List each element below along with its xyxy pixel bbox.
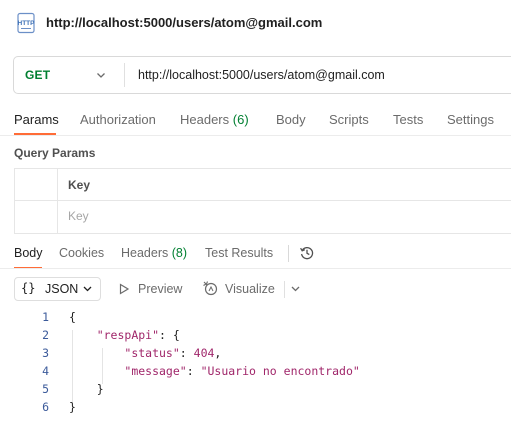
- visualize-icon[interactable]: [202, 280, 219, 297]
- key-column-header: Key: [68, 178, 91, 192]
- history-icon[interactable]: [299, 245, 315, 261]
- visualize-button[interactable]: Visualize: [225, 282, 275, 296]
- code-line: 6}: [0, 400, 511, 418]
- divider: [0, 268, 511, 269]
- chevron-down-icon: [83, 286, 92, 292]
- code-text: }: [69, 400, 76, 414]
- divider: [0, 135, 511, 136]
- chevron-down-icon[interactable]: [290, 283, 301, 294]
- divider: [288, 245, 289, 262]
- line-number: 5: [42, 382, 49, 396]
- line-number: 2: [42, 328, 49, 342]
- divider: [124, 63, 125, 87]
- line-number: 6: [42, 400, 49, 414]
- params-checkbox-column: [14, 168, 58, 234]
- code-text: {: [69, 310, 76, 324]
- tab-params[interactable]: Params: [14, 112, 59, 127]
- response-tab-headers[interactable]: Headers (8): [121, 246, 187, 260]
- line-number: 1: [42, 310, 49, 324]
- tab-scripts[interactable]: Scripts: [329, 112, 369, 127]
- divider: [14, 200, 511, 201]
- line-number: 4: [42, 364, 49, 378]
- braces-icon: {}: [21, 281, 36, 295]
- code-text: "status": 404,: [124, 346, 222, 360]
- tab-body[interactable]: Body: [276, 112, 306, 127]
- query-params-title: Query Params: [14, 146, 96, 160]
- play-icon[interactable]: [118, 283, 130, 295]
- url-input[interactable]: http://localhost:5000/users/atom@gmail.c…: [138, 68, 385, 82]
- http-file-icon: HTTP: [17, 12, 36, 34]
- svg-text:HTTP: HTTP: [18, 20, 36, 27]
- format-label: JSON: [45, 282, 79, 296]
- code-line: 1{: [0, 310, 511, 328]
- code-line: 5 }: [0, 382, 511, 400]
- tab-authorization[interactable]: Authorization: [80, 112, 156, 127]
- request-title[interactable]: http://localhost:5000/users/atom@gmail.c…: [46, 15, 322, 30]
- code-line: 2 "respApi": {: [0, 328, 511, 346]
- line-number: 3: [42, 346, 49, 360]
- code-line: 4 "message": "Usuario no encontrado": [0, 364, 511, 382]
- code-text: "respApi": {: [96, 328, 180, 342]
- preview-button[interactable]: Preview: [138, 282, 182, 296]
- method-selector[interactable]: GET: [25, 68, 50, 82]
- response-tab-cookies[interactable]: Cookies: [59, 246, 104, 260]
- tab-headers[interactable]: Headers (6): [180, 112, 249, 127]
- chevron-down-icon[interactable]: [95, 69, 107, 81]
- key-input[interactable]: Key: [68, 209, 89, 223]
- response-tab-test-results[interactable]: Test Results: [205, 246, 273, 260]
- divider: [284, 281, 285, 298]
- code-text: "message": "Usuario no encontrado": [124, 364, 360, 378]
- response-tab-body[interactable]: Body: [14, 246, 43, 260]
- tab-settings[interactable]: Settings: [447, 112, 494, 127]
- code-line: 3 "status": 404,: [0, 346, 511, 364]
- code-text: }: [69, 382, 104, 396]
- tab-tests[interactable]: Tests: [393, 112, 423, 127]
